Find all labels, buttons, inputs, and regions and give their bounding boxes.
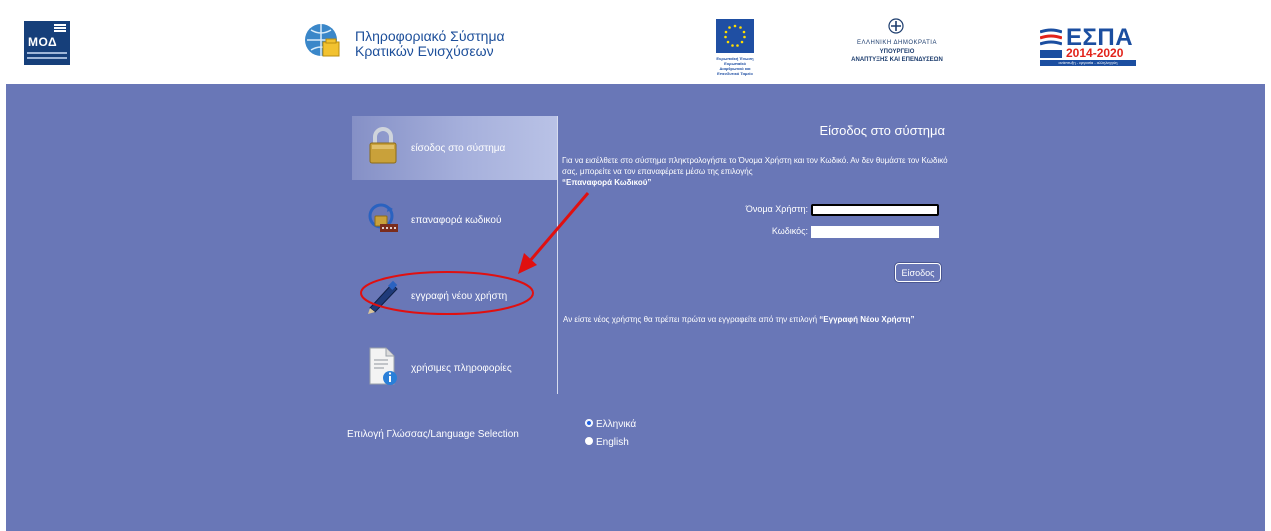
espa-flag-icon	[1040, 28, 1062, 46]
radio-unselected-icon[interactable]	[585, 437, 593, 446]
language-option-greek[interactable]: Ελληνικά	[585, 419, 636, 430]
menu-item-register[interactable]: εγγραφή νέου χρήστη	[352, 260, 557, 324]
menu-item-login[interactable]: είσοδος στο σύστημα	[352, 116, 557, 180]
new-user-note: Αν είστε νέος χρήστης θα πρέπει πρώτα να…	[563, 314, 948, 325]
radio-selected-icon[interactable]	[585, 419, 593, 428]
username-input[interactable]	[811, 204, 939, 216]
language-option-english[interactable]: English	[585, 437, 629, 448]
espa-logo: ΕΣΠΑ 2014-2020 ανάπτυξη - εργασία - αλλη…	[1040, 24, 1136, 66]
password-label: Κωδικός:	[771, 226, 808, 236]
page-header: ΜΟΔ Πληροφοριακό Σύστημα Κρατικών Ενισχύ…	[0, 0, 1271, 84]
menu-item-useful-info[interactable]: χρήσιμες πληροφορίες	[352, 336, 557, 400]
system-logo: Πληροφοριακό Σύστημα Κρατικών Ενισχύσεων	[303, 18, 523, 68]
password-reset-icon	[368, 203, 398, 232]
globe-icon	[305, 24, 340, 57]
login-instructions: Για να εισέλθετε στο σύστημα πληκτρολογή…	[562, 155, 957, 188]
menu-item-password-reset[interactable]: επαναφορά κωδικού	[352, 188, 557, 252]
login-instructions-text: Για να εισέλθετε στο σύστημα πληκτρολογή…	[562, 156, 948, 176]
new-user-note-text: Αν είστε νέος χρήστης θα πρέπει πρώτα να…	[563, 315, 818, 324]
eu-logo: Ευρωπαϊκή Ένωση Ευρωπαϊκό Διαρθρωτικό κα…	[712, 16, 758, 76]
menu-divider	[557, 116, 558, 394]
login-button[interactable]: Είσοδος	[895, 263, 941, 282]
language-selection-label: Επιλογή Γλώσσας/Language Selection	[347, 429, 519, 440]
padlock-icon	[369, 127, 397, 164]
document-info-icon	[369, 347, 397, 385]
username-label: Όνομα Χρήστη:	[745, 204, 808, 214]
main-panel	[6, 84, 1265, 531]
password-input[interactable]	[811, 226, 939, 238]
greek-ministry-logo: ΕΛΛΗΝΙΚΗ ΔΗΜΟΚΡΑΤΙΑ ΥΠΟΥΡΓΕΙΟ ΑΝΑΠΤΥΞΗΣ …	[822, 16, 972, 74]
greek-emblem-icon	[888, 18, 904, 34]
password-reset-link-text: “Επαναφορά Κωδικού”	[562, 178, 652, 187]
login-title: Είσοδος στο σύστημα	[819, 123, 946, 138]
pen-icon	[368, 280, 398, 314]
moda-logo: ΜΟΔ	[24, 21, 70, 65]
eu-flag-icon	[716, 19, 754, 53]
register-link-text: “Εγγραφή Νέου Χρήστη”	[819, 315, 915, 324]
